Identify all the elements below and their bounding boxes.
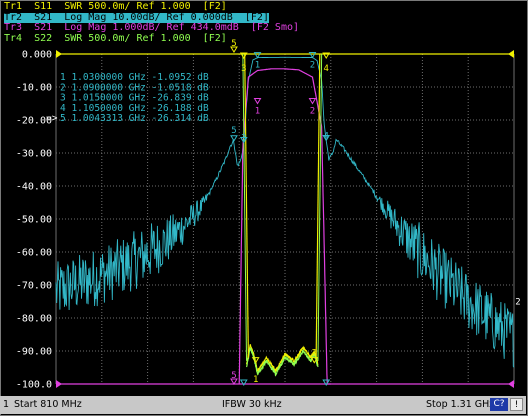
status-indicator[interactable]: ! [510, 398, 523, 411]
y-tick-label: 0.000 [22, 50, 52, 61]
tr3-marker-1-label[interactable]: 1 [255, 107, 260, 117]
right-edge-label[interactable]: 2 [515, 298, 520, 308]
tr3-marker-1-icon[interactable] [253, 98, 262, 105]
marker-readout-5: 5 1.0043313 GHz -26.314 dB [60, 113, 209, 124]
calibration-indicator[interactable]: C? [490, 398, 508, 411]
marker-3-label[interactable]: 3 [241, 133, 246, 143]
marker-1-icon[interactable] [253, 52, 262, 59]
y-tick-label: -70.00 [16, 281, 52, 292]
plot-area[interactable]: 0.000-10.00-20.00-30.00-40.00-50.00-60.0… [0, 0, 528, 396]
status-bar: 1 Start 810 MHz IFBW 30 kHz Stop 1.31 GH… [0, 396, 526, 414]
y-tick-label: -40.00 [16, 182, 52, 193]
start-frequency[interactable]: Start 810 MHz [14, 399, 82, 410]
tr3-marker-2-icon[interactable] [308, 98, 317, 105]
ifbw-value[interactable]: IFBW 30 kHz [222, 399, 282, 410]
tr1-marker-4-label[interactable]: 4 [324, 64, 329, 74]
y-tick-label: -30.00 [16, 149, 52, 160]
active-marker-arrow: => [46, 113, 58, 124]
trace-header: Tr1 S11 SWR 500.0m/ Ref 1.000 [F2] Tr2 S… [4, 1, 299, 45]
y-tick-label: -10.00 [16, 83, 52, 94]
marker-1-label[interactable]: 1 [255, 61, 260, 71]
trace-label-tr4[interactable]: Tr4 S22 SWR 500.0m/ Ref 1.000 [F2] [4, 33, 299, 45]
tr3-marker-2-label[interactable]: 2 [310, 107, 315, 117]
tr1-marker-1-bottom-label[interactable]: 1 [253, 375, 258, 385]
y-tick-label: -100.0 [16, 380, 52, 391]
marker-4-label[interactable]: 4 [324, 131, 329, 141]
y-tick-label: -60.00 [16, 248, 52, 259]
marker-5-icon[interactable] [230, 135, 238, 142]
y-tick-label: -80.00 [16, 314, 52, 325]
trace-label-tr1[interactable]: Tr1 S11 SWR 500.0m/ Ref 1.000 [F2] [4, 1, 299, 13]
y-tick-label: -90.00 [16, 347, 52, 358]
marker-2-icon[interactable] [308, 51, 317, 59]
marker-2-label[interactable]: 2 [310, 60, 315, 70]
marker-5-label[interactable]: 5 [231, 126, 236, 136]
trace-label-tr3[interactable]: Tr3 S21 Log Mag 1.000dB/ Ref 434.0mdB [F… [4, 22, 299, 34]
channel-number: 1 [3, 399, 10, 410]
stop-frequency[interactable]: Stop 1.31 GHz [426, 399, 494, 410]
y-tick-label: -50.00 [16, 215, 52, 226]
tr1-marker-3-label[interactable]: 3 [241, 64, 246, 74]
